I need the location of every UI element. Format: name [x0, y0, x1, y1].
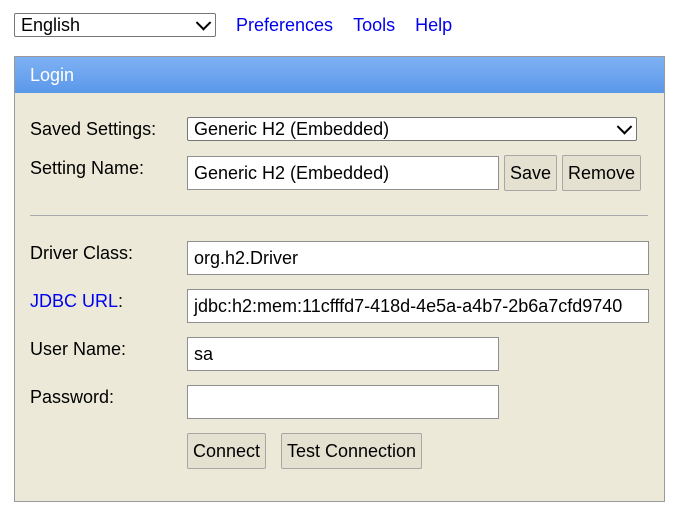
- jdbc-url-label-suffix: :: [118, 291, 124, 311]
- language-select[interactable]: English: [14, 13, 216, 37]
- section-divider: [30, 215, 648, 216]
- driver-class-label: Driver Class:: [30, 243, 134, 263]
- jdbc-url-label: JDBC URL:: [30, 291, 123, 312]
- login-panel-header: Login: [15, 57, 664, 93]
- user-name-label: User Name:: [30, 339, 127, 359]
- saved-settings-select[interactable]: Generic H2 (Embedded): [187, 117, 637, 141]
- chevron-down-icon: [616, 119, 633, 135]
- connect-button[interactable]: Connect: [187, 433, 266, 469]
- setting-name-label: Setting Name:: [30, 158, 145, 178]
- login-title: Login: [30, 64, 75, 85]
- help-link[interactable]: Help: [415, 15, 452, 36]
- user-name-input[interactable]: sa: [187, 337, 499, 371]
- saved-settings-label: Saved Settings:: [30, 119, 157, 139]
- jdbc-url-help-link[interactable]: JDBC URL: [30, 291, 118, 311]
- chevron-down-icon: [195, 15, 212, 31]
- jdbc-url-input[interactable]: jdbc:h2:mem:11cfffd7-418d-4e5a-a4b7-2b6a…: [187, 289, 649, 323]
- top-bar: English Preferences Tools Help: [14, 12, 452, 38]
- tools-link[interactable]: Tools: [353, 15, 395, 36]
- setting-name-input[interactable]: Generic H2 (Embedded): [187, 156, 499, 190]
- remove-button[interactable]: Remove: [562, 155, 641, 191]
- driver-class-input[interactable]: org.h2.Driver: [187, 241, 649, 275]
- language-select-value: English: [21, 14, 81, 35]
- password-label: Password:: [30, 387, 115, 407]
- login-panel: Login Saved Settings: Generic H2 (Embedd…: [14, 56, 665, 502]
- save-button[interactable]: Save: [504, 155, 557, 191]
- saved-settings-select-value: Generic H2 (Embedded): [194, 118, 390, 139]
- password-input[interactable]: [187, 385, 499, 419]
- test-connection-button[interactable]: Test Connection: [281, 433, 422, 469]
- preferences-link[interactable]: Preferences: [236, 15, 333, 36]
